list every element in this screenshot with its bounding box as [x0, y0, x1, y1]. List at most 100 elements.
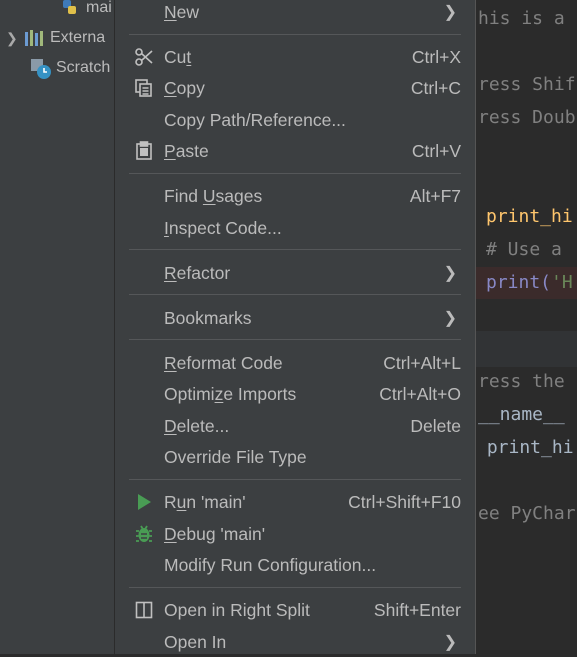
label-text: sages [215, 185, 263, 206]
code-line: his is a [478, 8, 565, 29]
menu-item-open-right-split[interactable]: Open in Right Split Shift+Enter [115, 595, 475, 625]
label-text: eformat Code [176, 352, 283, 373]
shortcut: Shift+Enter [373, 599, 461, 620]
shortcut: Ctrl+Alt+O [379, 383, 461, 404]
label-mnemonic: D [164, 523, 177, 544]
code-line: ress the [478, 371, 565, 392]
label-mnemonic: U [202, 185, 216, 206]
split-icon [133, 599, 155, 621]
code-string: 'H [551, 272, 573, 293]
label-text: Open in Right Split [164, 599, 310, 620]
code-line: # Use a [486, 239, 562, 260]
tree-item-external-libraries[interactable]: ❯ Externa [6, 24, 105, 52]
submenu-arrow-icon: ❯ [443, 634, 457, 651]
tree-item-label: Externa [50, 29, 106, 46]
code-line: ee PyChar [478, 503, 576, 524]
label-text: elete... [176, 415, 230, 436]
submenu-arrow-icon: ❯ [443, 265, 457, 282]
label-text: Find [164, 185, 203, 206]
label-mnemonic: D [164, 415, 177, 436]
shortcut: Ctrl+X [411, 46, 461, 67]
tree-item-main[interactable]: mai [60, 0, 112, 22]
separator [129, 479, 461, 480]
editor-gap [476, 331, 577, 367]
menu-item-inspect-code[interactable]: Inspect Code... [115, 213, 475, 243]
code-token: print( [486, 272, 552, 293]
separator [129, 587, 461, 588]
menu-item-bookmarks[interactable]: Bookmarks ❯ [115, 303, 475, 333]
label-text: Override File Type [164, 446, 307, 467]
code-line-highlighted: print('H [476, 267, 577, 299]
shortcut: Ctrl+Alt+L [383, 352, 461, 373]
tree-item-label: Scratch [56, 59, 111, 76]
label-text: Optimi [164, 383, 215, 404]
tree-item-label: mai [86, 0, 112, 16]
menu-item-reformat-code[interactable]: Reformat Code Ctrl+Alt+L [115, 348, 475, 378]
label-text: ebug 'main' [176, 523, 266, 544]
label-text: nspect Code... [168, 217, 282, 238]
shortcut: Ctrl+Shift+F10 [348, 491, 461, 512]
menu-item-new[interactable]: New ❯ [115, 0, 475, 27]
menu-item-override-file-type[interactable]: Override File Type [115, 442, 475, 472]
shortcut: Ctrl+V [411, 140, 461, 161]
label-text: Open In [164, 631, 227, 652]
separator [129, 34, 461, 35]
separator [129, 173, 461, 174]
code-editor[interactable]: his is a ress Shif ress Doub print_hi # … [476, 0, 577, 654]
label-mnemonic: P [164, 140, 176, 161]
library-icon [24, 28, 44, 48]
label-text: Copy Path/Reference... [164, 109, 346, 130]
shortcut: Delete [410, 415, 461, 436]
label-mnemonic: R [164, 352, 177, 373]
tree-item-scratches[interactable]: Scratch [30, 54, 110, 82]
label-text: aste [175, 140, 209, 161]
copy-icon [133, 77, 155, 99]
code-line: print('H [486, 272, 573, 293]
code-line: ress Doub [478, 107, 576, 128]
menu-item-run-main[interactable]: Run 'main' Ctrl+Shift+F10 [115, 487, 475, 517]
clipboard-icon [133, 140, 155, 162]
scissors-icon [133, 46, 155, 68]
label-mnemonic: C [164, 77, 177, 98]
menu-item-copy[interactable]: Copy Ctrl+C [115, 73, 475, 103]
label-text: Bookmarks [164, 307, 252, 328]
separator [129, 249, 461, 250]
label-mnemonic: N [164, 1, 177, 22]
chevron-right-icon[interactable]: ❯ [6, 30, 24, 47]
label-text: ew [176, 1, 200, 22]
shortcut: Ctrl+C [410, 77, 461, 98]
label-text: Modify Run Configuration... [164, 554, 377, 575]
separator [129, 294, 461, 295]
code-line: print_hi [486, 206, 573, 227]
menu-item-refactor[interactable]: Refactor ❯ [115, 258, 475, 288]
menu-item-open-in[interactable]: Open In ❯ [115, 627, 475, 657]
menu-item-optimize-imports[interactable]: Optimize Imports Ctrl+Alt+O [115, 379, 475, 409]
scratch-clock-icon [30, 58, 51, 79]
run-icon [133, 491, 155, 513]
menu-item-modify-run-config[interactable]: Modify Run Configuration... [115, 550, 475, 580]
label-mnemonic: z [214, 383, 224, 404]
menu-item-delete[interactable]: Delete... Delete [115, 411, 475, 441]
menu-item-copy-path[interactable]: Copy Path/Reference... [115, 105, 475, 135]
label-text: efactor [176, 262, 231, 283]
menu-item-paste[interactable]: Paste Ctrl+V [115, 136, 475, 166]
separator [129, 339, 461, 340]
label-text: n 'main' [186, 491, 246, 512]
label-mnemonic: u [176, 491, 187, 512]
label-mnemonic: R [164, 262, 177, 283]
submenu-arrow-icon: ❯ [443, 4, 457, 21]
label-text: Cu [164, 46, 187, 67]
menu-item-cut[interactable]: Cut Ctrl+X [115, 42, 475, 72]
label-text: R [164, 491, 177, 512]
project-tree: mai ❯ Externa Scratch [0, 0, 114, 654]
menu-item-debug-main[interactable]: Debug 'main' [115, 519, 475, 549]
menu-item-find-usages[interactable]: Find Usages Alt+F7 [115, 181, 475, 211]
label-text: e Imports [223, 383, 297, 404]
code-line: print_hi [476, 437, 574, 458]
python-file-icon [60, 0, 80, 18]
debug-icon [133, 523, 155, 545]
context-menu: New ❯ Cut Ctrl+X Copy Ctrl+C Copy Path/R… [114, 0, 476, 654]
label-text: opy [176, 77, 205, 98]
code-line: __name__ [478, 404, 565, 425]
label-mnemonic: t [186, 46, 192, 67]
